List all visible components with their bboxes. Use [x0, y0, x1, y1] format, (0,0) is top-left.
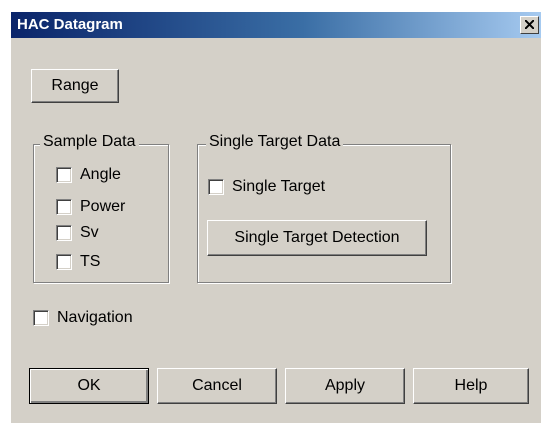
power-checkbox[interactable]: [56, 199, 72, 215]
ts-label: TS: [80, 253, 101, 270]
apply-button[interactable]: Apply: [285, 368, 405, 404]
angle-checkbox[interactable]: [56, 167, 72, 183]
cancel-button[interactable]: Cancel: [157, 368, 277, 404]
single-target-data-group: [197, 144, 451, 283]
close-button[interactable]: [520, 16, 539, 34]
close-icon: [525, 20, 534, 29]
navigation-label: Navigation: [57, 309, 133, 326]
help-button[interactable]: Help: [413, 368, 529, 404]
single-target-checkbox[interactable]: [208, 179, 224, 195]
single-target-label: Single Target: [232, 178, 326, 195]
navigation-checkbox[interactable]: [33, 310, 49, 326]
title-bar[interactable]: HAC Datagram: [11, 12, 541, 38]
single-target-data-group-label: Single Target Data: [206, 133, 344, 151]
angle-label: Angle: [80, 166, 121, 183]
sv-label: Sv: [80, 224, 99, 241]
sv-checkbox[interactable]: [56, 225, 72, 241]
single-target-detection-button[interactable]: Single Target Detection: [207, 220, 427, 256]
range-button[interactable]: Range: [31, 69, 119, 103]
power-label: Power: [80, 198, 126, 215]
ok-button[interactable]: OK: [29, 368, 149, 404]
hac-datagram-dialog: HAC Datagram Range Sample Data Angle Pow…: [11, 12, 541, 423]
ts-checkbox[interactable]: [56, 254, 72, 270]
sample-data-group-label: Sample Data: [40, 133, 139, 151]
window-title: HAC Datagram: [17, 16, 123, 33]
